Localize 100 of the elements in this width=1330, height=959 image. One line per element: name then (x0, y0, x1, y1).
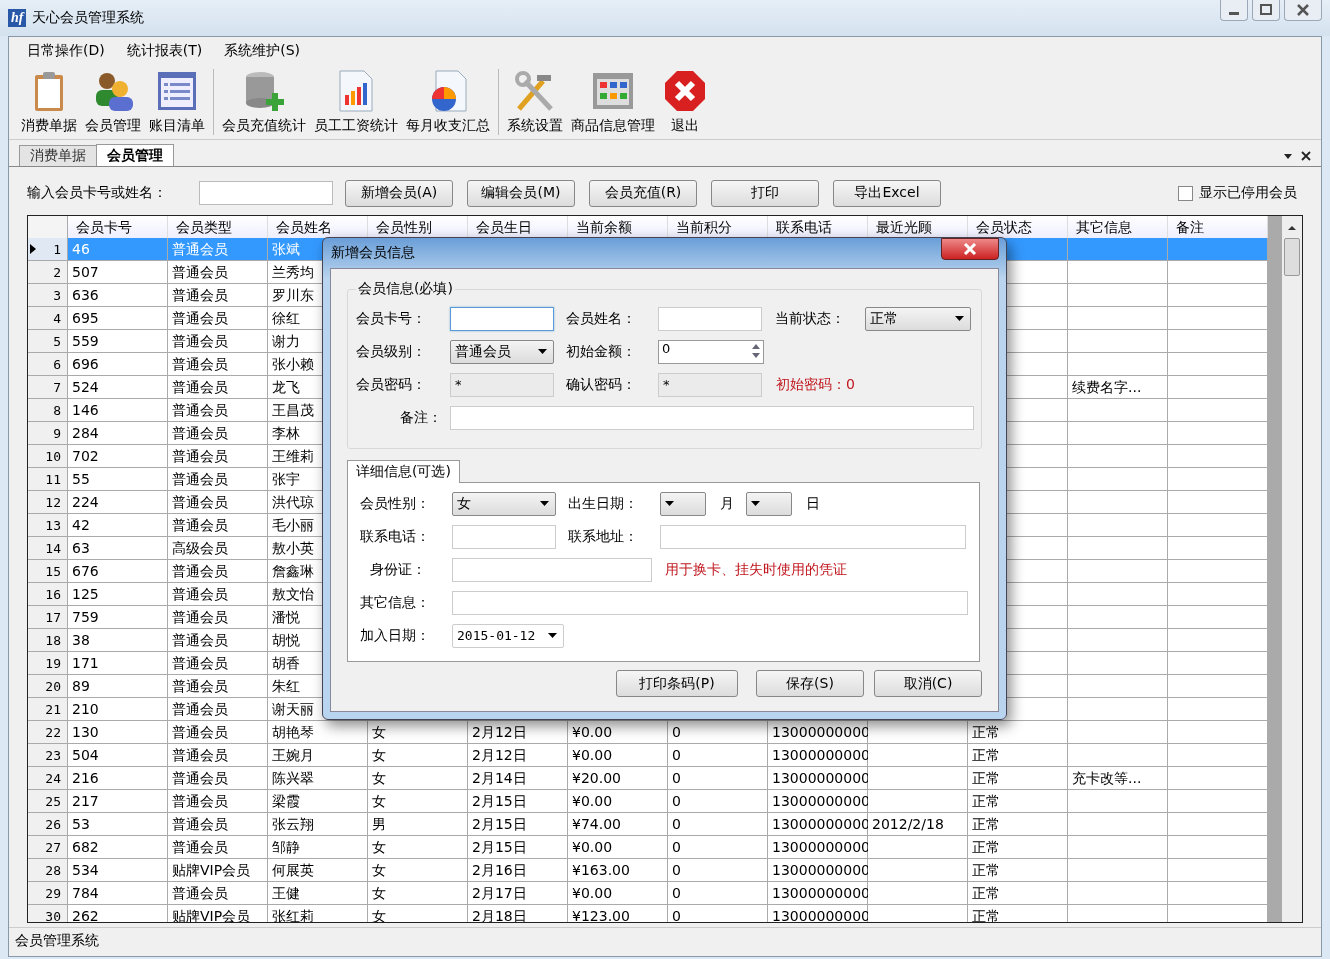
date-picker[interactable]: 2015-01-12 (452, 623, 564, 648)
close-button[interactable] (941, 238, 999, 260)
table-cell: 46 (68, 238, 168, 261)
table-cell: 2月12日 (468, 721, 568, 744)
row-header[interactable]: 24 (28, 767, 68, 790)
row-header[interactable]: 7 (28, 376, 68, 399)
table-cell: 682 (68, 836, 168, 859)
row-number: 2 (53, 264, 61, 280)
table-cell: 女 (368, 767, 468, 790)
menu-item[interactable]: 统计报表(T) (126, 42, 203, 60)
table-cell: ¥20.00 (568, 767, 668, 790)
tab[interactable]: 详细信息(可选) (347, 460, 460, 483)
table-cell: 2012/2/18 (868, 813, 968, 836)
input-field[interactable] (452, 590, 968, 615)
row-header[interactable]: 25 (28, 790, 68, 813)
table-cell: 695 (68, 307, 168, 330)
caret-icon (548, 633, 557, 638)
row-header[interactable]: 4 (28, 307, 68, 330)
password-field[interactable]: * (658, 372, 762, 397)
menu-item[interactable]: 日常操作(D) (27, 42, 105, 60)
row-header[interactable]: 19 (28, 652, 68, 675)
table-cell: ¥0.00 (568, 790, 668, 813)
row-header[interactable]: 10 (28, 445, 68, 468)
table-cell: 正常 (968, 813, 1068, 836)
row-number: 18 (45, 632, 61, 648)
action-button[interactable]: 新增会员(A) (345, 179, 453, 207)
dropdown[interactable] (660, 491, 706, 516)
checkbox[interactable] (1178, 185, 1193, 201)
action-button[interactable]: 导出Excel (833, 179, 941, 207)
table-cell: 普通会员 (168, 767, 268, 790)
dropdown[interactable] (746, 491, 792, 516)
row-header[interactable]: 13 (28, 514, 68, 537)
search-field[interactable] (199, 181, 333, 205)
row-header[interactable]: 11 (28, 468, 68, 491)
table-cell: 171 (68, 652, 168, 675)
row-number: 30 (45, 908, 61, 922)
row-header[interactable]: 18 (28, 629, 68, 652)
input-field[interactable] (660, 524, 966, 549)
toolbar-button[interactable]: 员工工资统计 (310, 69, 402, 139)
row-header[interactable]: 15 (28, 560, 68, 583)
input-field[interactable] (452, 557, 652, 582)
close-icon[interactable] (1301, 151, 1311, 161)
row-number: 15 (45, 563, 61, 579)
dialog-button[interactable]: 保存(S) (756, 670, 864, 697)
row-header[interactable]: 28 (28, 859, 68, 882)
maximize-icon[interactable] (1252, 0, 1280, 21)
table-cell: 13000000000 (768, 721, 868, 744)
row-header[interactable]: 29 (28, 882, 68, 905)
scrollbar-thumb[interactable] (1284, 238, 1300, 276)
dropdown[interactable]: 女 (452, 491, 556, 516)
dialog-button[interactable]: 取消(C) (874, 670, 982, 697)
input-field[interactable] (450, 306, 554, 331)
row-header[interactable]: 14 (28, 537, 68, 560)
row-header[interactable]: 30 (28, 905, 68, 922)
toolbar-button[interactable]: 退出 (659, 69, 711, 139)
row-header[interactable]: 17 (28, 606, 68, 629)
toolbar-button[interactable]: 消费单据 (17, 69, 81, 139)
dropdown[interactable]: 正常 (865, 306, 971, 331)
minimize-icon[interactable] (1220, 0, 1248, 21)
password-field[interactable]: * (450, 372, 554, 397)
action-button[interactable]: 打印 (711, 179, 819, 207)
action-button[interactable]: 编辑会员(M) (467, 179, 575, 207)
row-header[interactable]: 23 (28, 744, 68, 767)
table-cell: 0 (668, 905, 768, 922)
menu-item[interactable]: 系统维护(S) (224, 42, 300, 60)
row-header[interactable]: 2 (28, 261, 68, 284)
row-header[interactable]: 21 (28, 698, 68, 721)
input-field[interactable] (450, 405, 974, 430)
toolbar-button[interactable]: 会员管理 (81, 69, 145, 139)
row-header[interactable]: 6 (28, 353, 68, 376)
table-cell: 普通会员 (168, 238, 268, 261)
row-header[interactable]: 16 (28, 583, 68, 606)
row-header[interactable]: 26 (28, 813, 68, 836)
close-icon[interactable] (1284, 0, 1322, 21)
toolbar-button[interactable]: 每月收支汇总 (402, 69, 494, 139)
row-header[interactable]: 22 (28, 721, 68, 744)
table-cell: 普通会员 (168, 744, 268, 767)
toolbar-button[interactable]: 系统设置 (503, 69, 567, 139)
row-header[interactable]: 20 (28, 675, 68, 698)
dropdown-icon[interactable] (1283, 151, 1293, 161)
toolbar-button[interactable]: 账目清单 (145, 69, 209, 139)
toolbar-button[interactable]: 会员充值统计 (218, 69, 310, 139)
tab[interactable]: 消费单据 (19, 145, 97, 166)
row-header[interactable]: 5 (28, 330, 68, 353)
table-cell: 534 (68, 859, 168, 882)
table-cell: 0 (668, 790, 768, 813)
action-button[interactable]: 会员充值(R) (589, 179, 697, 207)
row-header[interactable]: 9 (28, 422, 68, 445)
row-header[interactable]: 8 (28, 399, 68, 422)
row-header[interactable]: 1 (28, 238, 68, 261)
row-header[interactable]: 27 (28, 836, 68, 859)
dropdown[interactable]: 普通会员 (450, 339, 554, 364)
row-header[interactable]: 12 (28, 491, 68, 514)
tab[interactable]: 会员管理 (96, 144, 174, 166)
input-field[interactable] (452, 524, 556, 549)
number-spinner[interactable]: 0 (658, 339, 764, 364)
dialog-button[interactable]: 打印条码(P) (616, 670, 738, 697)
toolbar-button[interactable]: 商品信息管理 (567, 69, 659, 139)
row-header[interactable]: 3 (28, 284, 68, 307)
input-field[interactable] (658, 306, 762, 331)
